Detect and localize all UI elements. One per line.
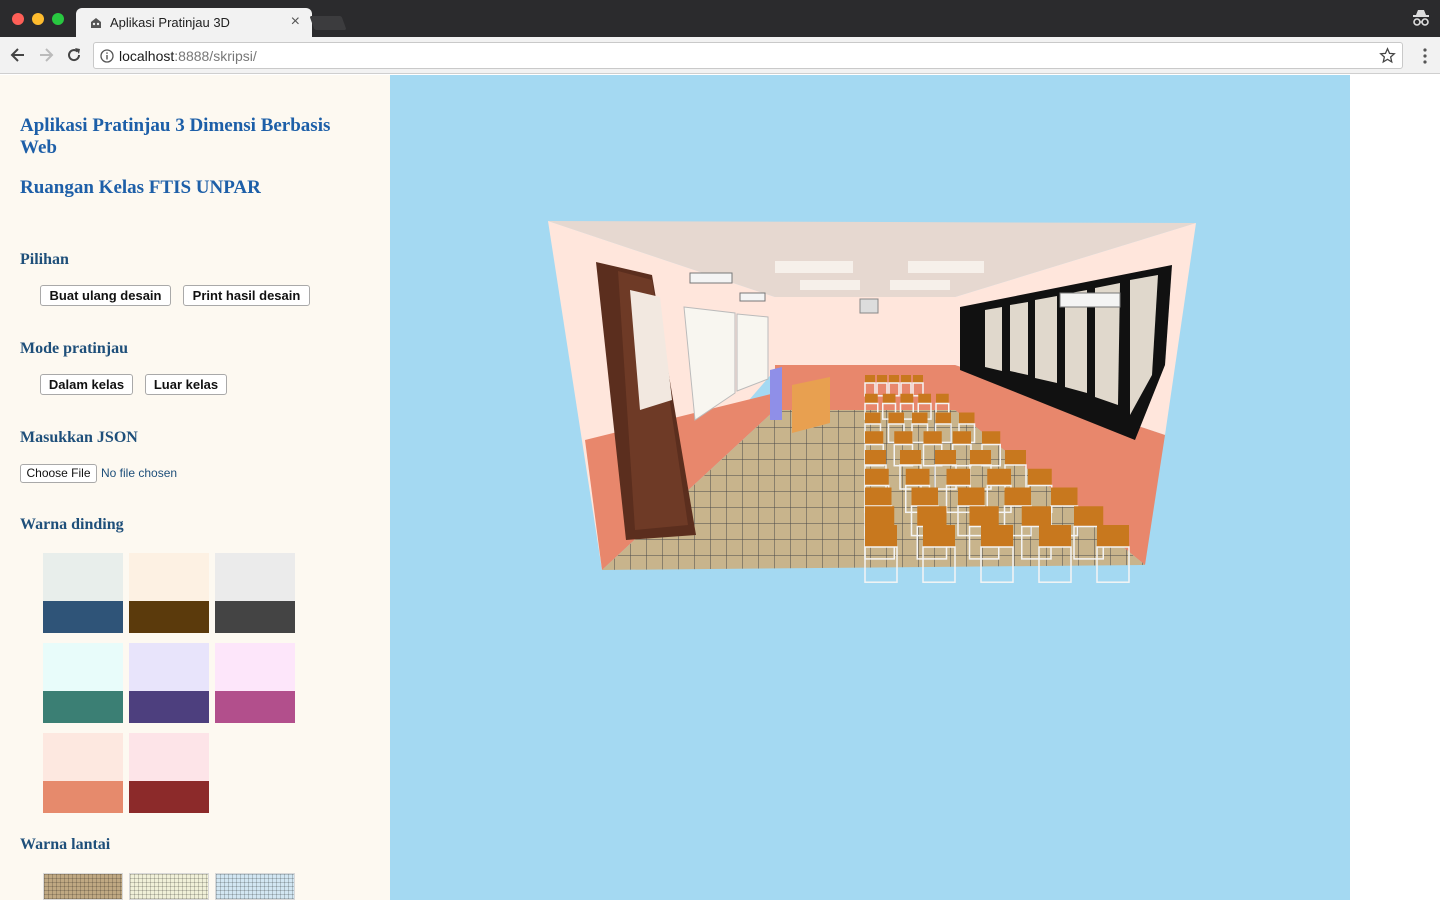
minimize-window-button[interactable]: [32, 13, 44, 25]
projector: [859, 298, 879, 314]
swatch-lower-color: [129, 691, 209, 723]
swatch-lower-color: [215, 691, 295, 723]
swatch-upper-color: [43, 733, 123, 781]
3d-preview-canvas[interactable]: [390, 75, 1350, 900]
browser-tab[interactable]: Aplikasi Pratinjau 3D ×: [76, 8, 312, 38]
back-icon[interactable]: [8, 45, 28, 65]
info-icon[interactable]: [100, 49, 114, 63]
wall-color-swatch[interactable]: [43, 553, 123, 633]
ac-unit: [689, 272, 733, 284]
wall-color-swatch[interactable]: [215, 643, 295, 723]
swatch-upper-color: [129, 733, 209, 781]
classroom-render: [548, 221, 1196, 583]
page-subtitle: Ruangan Kelas FTIS UNPAR: [20, 177, 261, 198]
url-text: localhost:8888/skripsi/: [119, 48, 257, 64]
inside-class-button[interactable]: Dalam kelas: [40, 374, 133, 395]
wall-color-swatch[interactable]: [215, 553, 295, 633]
reload-icon[interactable]: [64, 45, 84, 65]
print-design-button[interactable]: Print hasil desain: [183, 285, 310, 306]
swatch-upper-color: [43, 553, 123, 601]
browser-toolbar: localhost:8888/skripsi/: [0, 37, 1440, 74]
browser-menu-icon[interactable]: [1423, 48, 1427, 64]
swatch-lower-color: [43, 691, 123, 723]
options-heading: Pilihan: [20, 251, 69, 268]
whiteboard-2: [736, 313, 769, 392]
swatch-lower-color: [129, 781, 209, 813]
wall-color-swatch[interactable]: [129, 553, 209, 633]
maximize-window-button[interactable]: [52, 13, 64, 25]
file-status: No file chosen: [101, 466, 178, 480]
swatch-lower-color: [129, 601, 209, 633]
preview-mode-heading: Mode pratinjau: [20, 340, 128, 357]
swatch-upper-color: [43, 643, 123, 691]
swatch-lower-color: [43, 781, 123, 813]
bookmark-star-icon[interactable]: [1379, 47, 1396, 64]
favicon-icon: [91, 18, 101, 28]
teacher-chair: [770, 367, 782, 420]
outside-class-button[interactable]: Luar kelas: [145, 374, 227, 395]
forward-icon[interactable]: [36, 45, 56, 65]
swatch-lower-color: [43, 601, 123, 633]
wall-color-heading: Warna dinding: [20, 516, 124, 533]
floor-color-heading: Warna lantai: [20, 836, 111, 853]
swatch-upper-color: [215, 553, 295, 601]
choose-file-button[interactable]: Choose File: [20, 464, 97, 483]
wall-color-swatch[interactable]: [43, 733, 123, 813]
floor-color-swatch[interactable]: [215, 873, 295, 900]
page-margin: [1350, 75, 1440, 900]
new-tab-button[interactable]: [309, 16, 347, 30]
tab-close-icon[interactable]: ×: [291, 13, 300, 31]
incognito-icon[interactable]: [1412, 9, 1430, 27]
tab-title: Aplikasi Pratinjau 3D: [110, 15, 230, 30]
wall-color-swatch[interactable]: [43, 643, 123, 723]
page-title: Aplikasi Pratinjau 3 Dimensi Berbasis We…: [20, 115, 331, 158]
reset-design-button[interactable]: Buat ulang desain: [40, 285, 171, 306]
json-heading: Masukkan JSON: [20, 429, 138, 446]
floor-color-swatch[interactable]: [43, 873, 123, 900]
sidebar: Aplikasi Pratinjau 3 Dimensi Berbasis We…: [0, 75, 390, 900]
browser-tab-bar: Aplikasi Pratinjau 3D ×: [0, 0, 1440, 38]
swatch-upper-color: [215, 643, 295, 691]
ac-unit-3: [1059, 292, 1121, 308]
close-window-button[interactable]: [12, 13, 24, 25]
swatch-lower-color: [215, 601, 295, 633]
floor-color-swatch[interactable]: [129, 873, 209, 900]
swatch-upper-color: [129, 553, 209, 601]
ac-unit-2: [739, 292, 766, 302]
wall-color-swatch[interactable]: [129, 643, 209, 723]
swatch-upper-color: [129, 643, 209, 691]
wall-color-swatch[interactable]: [129, 733, 209, 813]
address-bar[interactable]: localhost:8888/skripsi/: [93, 42, 1403, 69]
